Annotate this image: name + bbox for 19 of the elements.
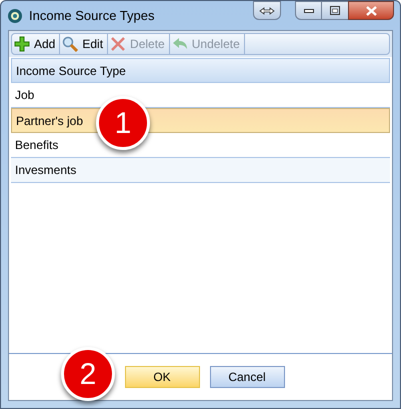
magnifier-icon [62, 36, 78, 52]
minimize-icon [304, 8, 314, 12]
dialog-button[interactable]: OK [124, 366, 200, 388]
toolbar-button[interactable]: Add [12, 34, 60, 54]
resize-button[interactable] [253, 1, 281, 20]
toolbar-button[interactable]: Edit [60, 34, 108, 54]
maximize-button[interactable] [322, 1, 348, 20]
maximize-icon [330, 6, 340, 15]
double-arrow-icon [259, 6, 275, 14]
table-row[interactable]: Invesments [11, 158, 390, 183]
app-icon [7, 8, 23, 24]
dialog-button[interactable]: Cancel [210, 366, 284, 388]
column-header[interactable]: Income Source Type [11, 58, 390, 83]
close-icon [366, 6, 376, 16]
plus-icon [14, 36, 30, 52]
minimize-button[interactable] [295, 1, 322, 20]
cross-icon [110, 36, 126, 52]
window-title: Income Source Types [29, 6, 154, 25]
close-button[interactable] [348, 1, 394, 20]
